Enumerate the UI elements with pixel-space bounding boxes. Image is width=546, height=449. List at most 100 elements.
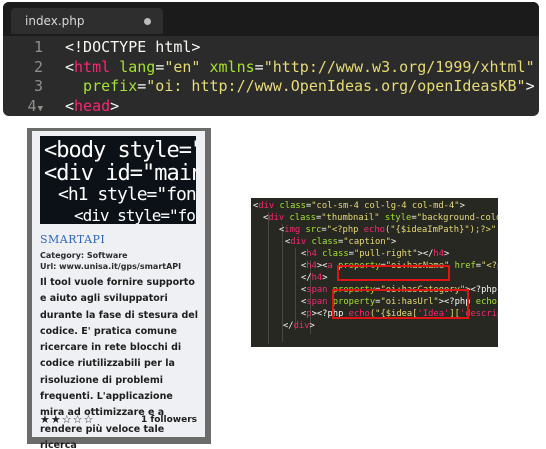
code-token: "http://www.w3.org/1999/xhtml" — [263, 57, 535, 76]
code-text: <head> — [65, 97, 119, 117]
code-token: div — [293, 321, 310, 331]
line-number: 3 — [3, 77, 43, 97]
code-token: img — [284, 225, 301, 235]
code-text: <html lang="en" xmlns="http://www.w3.org… — [65, 58, 535, 78]
star-filled-icon[interactable]: ★ — [51, 413, 62, 426]
editor-tab-bar: index.php — [3, 2, 539, 36]
code-token: xmlns — [200, 57, 255, 76]
code-token: < — [65, 96, 75, 115]
thumb-code-line: <body style="margin: 0; — [44, 138, 196, 163]
code-token: h4 — [433, 249, 445, 259]
code-line[interactable]: 3 prefix="oi: http://www.OpenIdeas.org/o… — [3, 77, 539, 97]
tab-index-php[interactable]: index.php — [11, 8, 163, 34]
code-token: src — [300, 225, 322, 235]
code-line[interactable]: 4▼ <head> — [3, 97, 539, 117]
snippet-line: <div class="col-sm-4 col-lg-4 col-md-4"> — [253, 200, 465, 212]
tab-title: index.php — [25, 14, 85, 28]
code-token: h4 — [306, 261, 317, 271]
code-token: echo — [363, 225, 385, 235]
code-text: <!DOCTYPE html> — [65, 38, 200, 58]
line-number: 2 — [3, 58, 43, 78]
snippet-line: <div class="caption"> — [285, 236, 396, 248]
line-number: 1 — [3, 38, 43, 58]
code-token: > — [309, 321, 315, 331]
highlight-category-url-box — [332, 289, 469, 319]
code-snippet-image: <div class="col-sm-4 col-lg-4 col-md-4">… — [251, 198, 498, 347]
code-token: span — [306, 285, 328, 295]
code-token: ><?php — [465, 285, 497, 295]
code-token: html — [74, 57, 111, 76]
star-empty-icon[interactable]: ☆ — [62, 413, 73, 426]
snippet-line: </h4> — [301, 272, 327, 284]
highlight-hasname-box — [337, 265, 450, 281]
snippet-line: <div class="thumbnail" style="background… — [263, 212, 498, 224]
code-token: class — [316, 249, 349, 259]
code-token: > — [444, 249, 450, 259]
code-line[interactable]: 2 <html lang="en" xmlns="http://www.w3.or… — [3, 58, 539, 78]
code-token: >< — [316, 261, 328, 271]
code-token: class — [284, 213, 316, 223]
line-number-text: 3 — [33, 77, 43, 95]
code-token: style — [379, 213, 412, 223]
code-line[interactable]: 1 <!DOCTYPE html> — [3, 38, 539, 58]
star-empty-icon[interactable]: ☆ — [84, 413, 95, 426]
code-token: > — [525, 77, 535, 95]
code-token: "thumbnail" — [321, 213, 380, 223]
indent-guide — [295, 248, 296, 330]
snippet-line: <h4 class="pull-right"></h4> — [301, 248, 449, 260]
thumb-code-line: <div style="font-family: — [74, 206, 196, 224]
idea-card: <body style="margin: 0; <div id="main_co… — [27, 128, 211, 449]
code-token: "background-colo — [416, 213, 498, 223]
editor-code-area[interactable]: 1 <!DOCTYPE html> 2 <html lang="en" xmlns="… — [3, 38, 539, 116]
line-number-text: 4 — [27, 96, 37, 115]
code-token: <!DOCTYPE html> — [65, 38, 201, 56]
code-token: < — [65, 57, 75, 76]
indent-guide — [268, 212, 269, 344]
idea-title-link[interactable]: SMARTAPI — [40, 233, 105, 246]
code-token: "caption" — [343, 237, 391, 247]
code-token: div — [268, 213, 285, 223]
code-token: > — [459, 201, 465, 211]
line-number-text: 1 — [33, 38, 43, 56]
line-number: 4▼ — [3, 97, 43, 117]
code-token: = — [155, 57, 165, 76]
idea-category: Category: Software — [40, 251, 128, 260]
code-token: "oi: http://www.OpenIdeas.org/openIdeasK… — [146, 77, 526, 95]
code-token: "<?p — [481, 261, 498, 271]
code-token: > — [110, 96, 120, 115]
code-token: > — [390, 237, 397, 247]
code-token: </ — [283, 321, 294, 331]
code-token: "col-sm-4 col-lg-4 col-md-4" — [311, 201, 460, 211]
unsaved-dot-icon[interactable] — [144, 18, 151, 25]
line-number-text: 2 — [33, 57, 43, 76]
rating-stars: ★★☆☆☆ — [40, 413, 94, 426]
star-empty-icon[interactable]: ☆ — [73, 413, 84, 426]
snippet-line: </div> — [283, 320, 315, 332]
snippet-line: <img src="<?php echo("{$ideaImPath}");?>… — [279, 224, 498, 236]
star-filled-icon[interactable]: ★ — [40, 413, 51, 426]
code-token: class — [274, 201, 306, 211]
code-token: </ — [301, 273, 312, 283]
code-token: head — [74, 96, 111, 115]
code-token: "pull-right" — [353, 249, 418, 259]
code-token: h4 — [306, 249, 317, 259]
code-token: echo — [470, 297, 497, 307]
code-token: div — [290, 237, 307, 247]
fold-arrow-icon[interactable]: ▼ — [38, 104, 43, 114]
code-editor-panel: index.php 1 <!DOCTYPE html> 2 <html lang="e… — [3, 2, 539, 116]
code-token: ("{$ideaImPath}");?>" — [384, 225, 497, 235]
idea-card-body: <body style="margin: 0; <div id="main_co… — [32, 131, 205, 449]
thumb-code-line: <div id="main_content"> — [44, 161, 196, 186]
code-token: lang — [110, 57, 156, 76]
idea-url: Url: www.unisa.it/gps/smartAPI — [40, 262, 182, 271]
code-token: h4 — [311, 273, 323, 283]
code-token: > — [322, 273, 328, 283]
code-token: div — [258, 201, 275, 211]
code-token: prefix — [65, 77, 138, 95]
code-text: prefix="oi: http://www.OpenIdeas.org/ope… — [65, 77, 535, 97]
code-token: = — [137, 77, 147, 95]
idea-thumbnail[interactable]: <body style="margin: 0; <div id="main_co… — [40, 136, 196, 224]
code-token: class — [306, 237, 338, 247]
code-token: = — [254, 57, 264, 76]
code-token: "<?php — [326, 225, 364, 235]
